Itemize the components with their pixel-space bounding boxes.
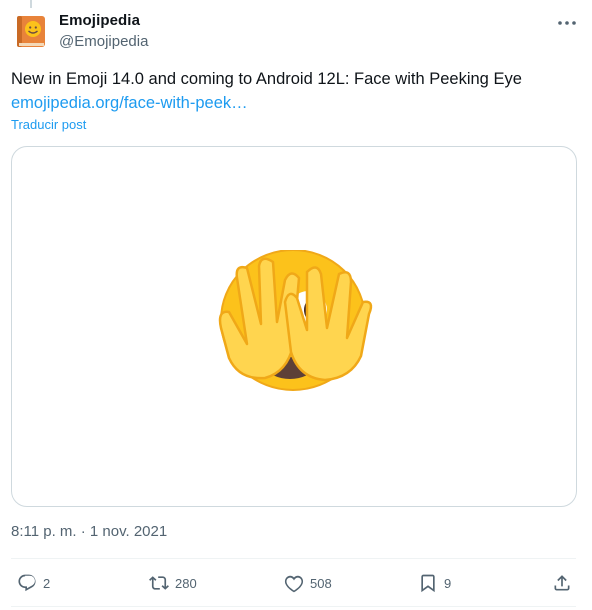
bookmark-count: 9 [444, 575, 452, 591]
like-button[interactable]: 508 [284, 570, 332, 596]
heart-icon [284, 575, 304, 593]
tweet-link[interactable]: emojipedia.org/face-with-peek… [11, 92, 248, 114]
repost-button[interactable]: 280 [149, 570, 197, 596]
reply-button[interactable]: 2 [17, 570, 50, 596]
repost-icon [149, 576, 169, 590]
translate-post-link[interactable]: Traducir post [11, 117, 86, 132]
emojipedia-logo-avatar[interactable] [13, 13, 49, 49]
more-options-icon[interactable] [555, 14, 579, 32]
reply-icon [18, 574, 36, 592]
face-with-peeking-eye-emoji [218, 250, 373, 391]
bookmark-button[interactable]: 9 [418, 570, 451, 596]
divider-top [11, 558, 576, 559]
bookmark-icon [421, 574, 435, 593]
like-count: 508 [310, 575, 332, 591]
repost-count: 280 [175, 575, 197, 591]
reply-count: 2 [43, 575, 51, 591]
tweet-timestamp[interactable]: 8:11 p. m. · 1 nov. 2021 [11, 523, 167, 540]
author-handle[interactable]: @Emojipedia [59, 33, 148, 50]
thread-connector-line [30, 0, 32, 8]
share-button[interactable] [552, 570, 572, 596]
divider-bottom [11, 606, 576, 607]
author-display-name[interactable]: Emojipedia [59, 12, 140, 29]
tweet-media-card[interactable] [11, 146, 577, 507]
share-icon [554, 575, 570, 591]
tweet-text: New in Emoji 14.0 and coming to Android … [11, 70, 522, 88]
